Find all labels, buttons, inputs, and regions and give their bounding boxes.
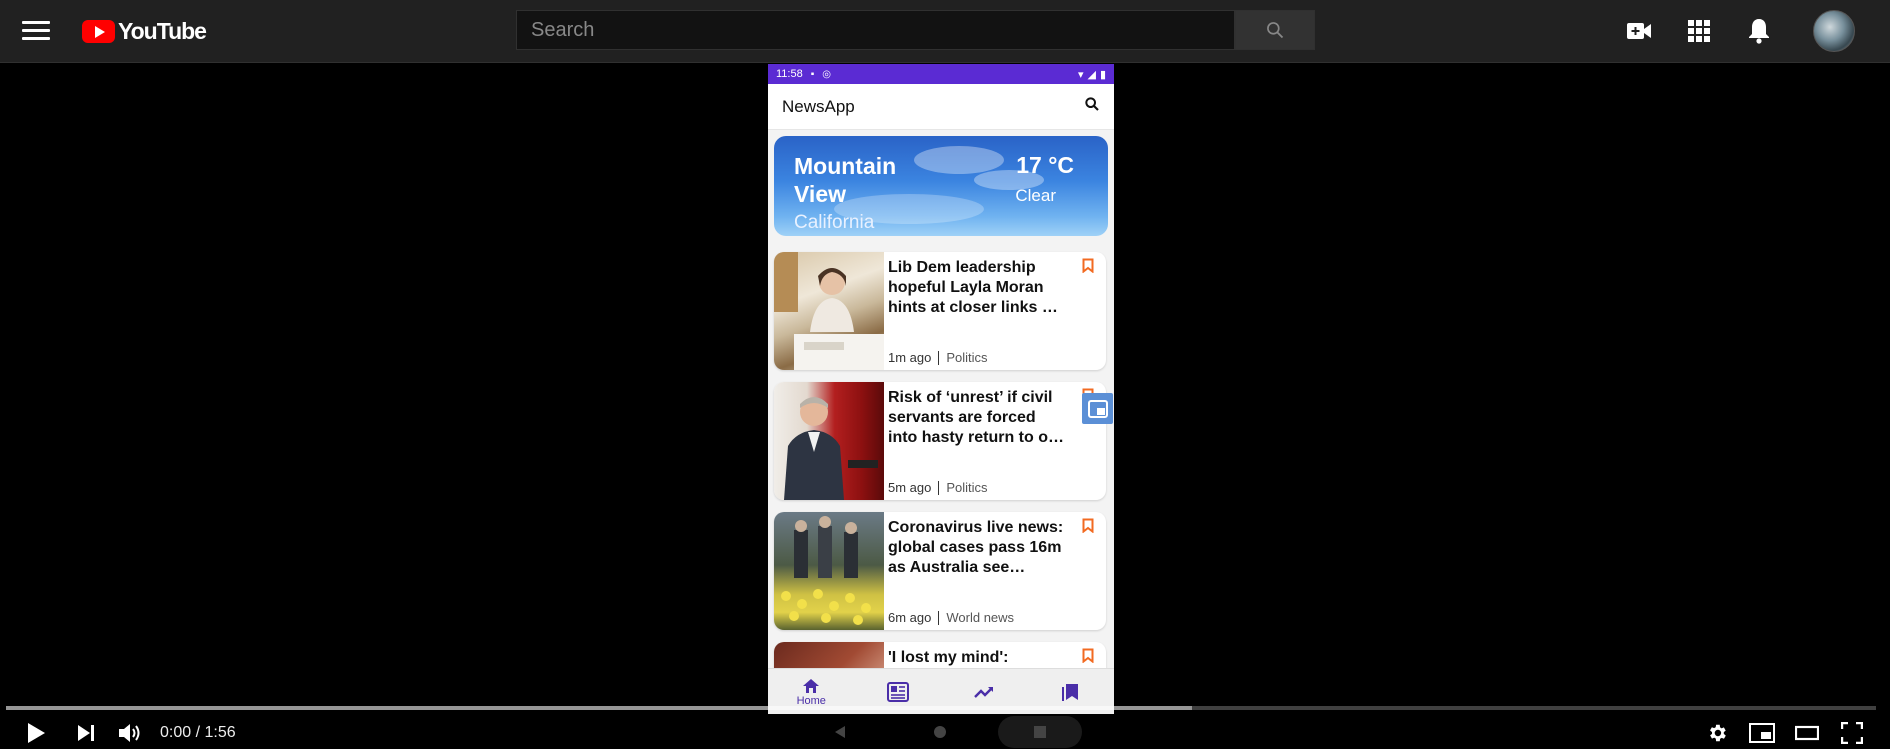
article-headline[interactable]: Coronavirus live news: global cases pass… <box>888 518 1064 578</box>
youtube-header: YouTube <box>0 0 1890 63</box>
battery-icon: ▮ <box>1099 68 1106 81</box>
meta-divider <box>938 350 940 365</box>
article-card[interactable]: Lib Dem leadership hopeful Layla Moran h… <box>774 252 1106 370</box>
article-time: 6m ago <box>888 610 932 625</box>
apps-grid-icon[interactable] <box>1684 16 1714 46</box>
android-home-icon <box>928 716 952 748</box>
article-time: 5m ago <box>888 480 932 495</box>
bookmark-icon[interactable] <box>1082 518 1094 538</box>
wifi-icon: ▾ <box>1077 68 1084 81</box>
meta-divider <box>938 480 940 495</box>
article-meta: 6m ago World news <box>888 610 1014 625</box>
volume-button[interactable] <box>114 717 148 749</box>
weather-region: California <box>794 212 875 233</box>
android-back-icon <box>828 716 852 748</box>
create-video-icon[interactable] <box>1624 16 1654 46</box>
time-display: 0:00 / 1:56 <box>160 724 236 741</box>
menu-icon[interactable] <box>22 18 50 44</box>
sync-icon: ◎ <box>822 68 831 80</box>
android-recents-icon <box>998 716 1082 748</box>
video-progress-bar[interactable] <box>6 706 1876 710</box>
home-icon <box>803 678 820 693</box>
bookmark-icon[interactable] <box>1082 258 1094 278</box>
article-category: World news <box>946 610 1015 625</box>
article-meta: 5m ago Politics <box>888 480 988 495</box>
search-button[interactable] <box>1235 10 1315 50</box>
youtube-logo[interactable]: YouTube <box>82 16 207 46</box>
search-input[interactable] <box>516 10 1236 50</box>
weather-temperature: 17 °C <box>1016 152 1074 178</box>
weather-condition: Clear <box>1015 186 1056 205</box>
play-button[interactable] <box>20 717 52 749</box>
status-time: 11:58 <box>776 68 803 80</box>
fullscreen-icon[interactable] <box>1835 717 1869 749</box>
signal-icon: ◢ <box>1087 68 1096 81</box>
bookmarks-icon <box>1061 684 1078 701</box>
article-card[interactable]: Risk of ‘unrest’ if civil servants are f… <box>774 382 1106 500</box>
bookmark-icon[interactable] <box>1082 648 1094 668</box>
article-thumbnail <box>774 512 884 630</box>
next-button[interactable] <box>70 717 102 749</box>
miniplayer-icon[interactable] <box>1745 717 1779 749</box>
weather-city: Mountain View <box>794 153 897 207</box>
video-frame-phone-screen: 11:58 ▪ ◎ ▾ ◢ ▮ NewsApp Mountain View Ca… <box>768 64 1114 714</box>
youtube-wordmark: YouTube <box>118 17 207 44</box>
notifications-bell-icon[interactable] <box>1744 16 1774 46</box>
article-meta: 1m ago Politics <box>888 350 988 365</box>
article-time: 1m ago <box>888 350 932 365</box>
settings-gear-icon[interactable] <box>1700 717 1734 749</box>
article-headline[interactable]: 'I lost my mind': <box>888 648 1064 668</box>
meta-divider <box>938 610 940 625</box>
search-icon <box>1267 22 1284 39</box>
article-headline[interactable]: Risk of ‘unrest’ if civil servants are f… <box>888 388 1064 448</box>
article-category: Politics <box>946 350 988 365</box>
search-bar <box>516 10 1315 50</box>
search-icon[interactable] <box>1084 96 1100 117</box>
article-thumbnail <box>774 252 884 370</box>
article-card[interactable]: Coronavirus live news: global cases pass… <box>774 512 1106 630</box>
sd-card-icon: ▪ <box>810 68 815 80</box>
picture-in-picture-overlay-icon[interactable] <box>1082 393 1113 424</box>
article-thumbnail <box>774 382 884 500</box>
android-status-bar: 11:58 ▪ ◎ ▾ ◢ ▮ <box>768 64 1114 84</box>
nav-home-label: Home <box>796 694 826 707</box>
account-avatar[interactable] <box>1813 10 1855 52</box>
buffered-progress <box>6 706 1192 710</box>
article-headline[interactable]: Lib Dem leadership hopeful Layla Moran h… <box>888 258 1064 318</box>
cloud-decoration <box>914 146 1004 174</box>
trending-icon <box>974 687 994 698</box>
youtube-play-mark <box>82 19 115 43</box>
article-category: Politics <box>946 480 988 495</box>
app-title: NewsApp <box>782 96 855 116</box>
app-bar: NewsApp <box>768 84 1114 130</box>
theater-mode-icon[interactable] <box>1790 717 1824 749</box>
newspaper-icon <box>886 682 909 702</box>
weather-card[interactable]: Mountain View California 17 °C Clear <box>774 136 1108 236</box>
